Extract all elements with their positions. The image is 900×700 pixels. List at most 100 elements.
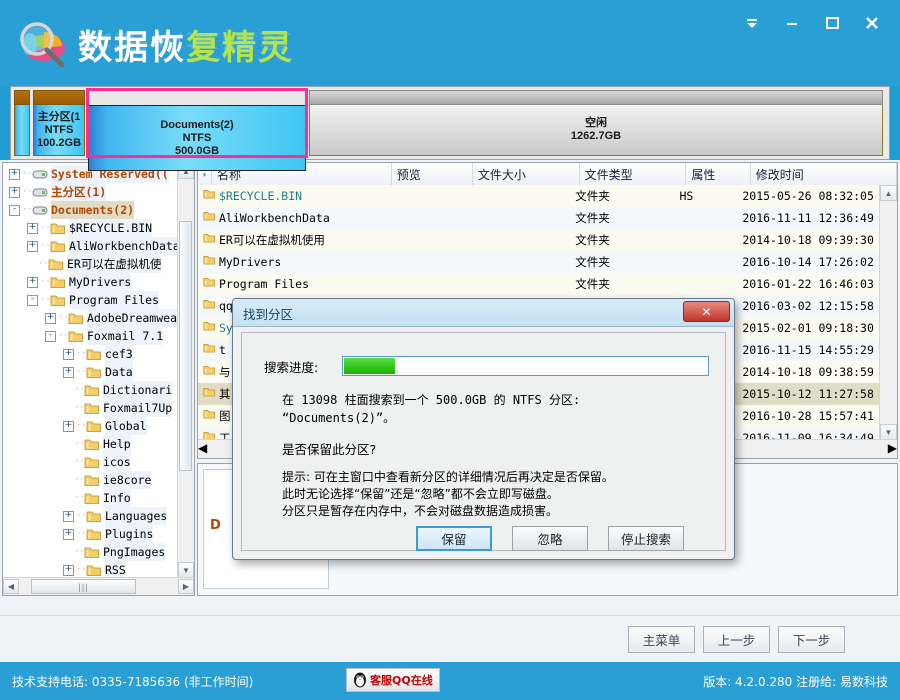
tree-connector: ·· [22,169,33,179]
partition-body: 空闲 1262.7GB [309,105,883,156]
folder-icon [86,420,102,433]
tree-node-ie8core[interactable]: ·· ie8core [3,471,178,489]
directory-tree-panel[interactable]: + ·· System Reserved((+ ·· 主分区(1) - ·· Document… [2,162,195,596]
main-menu-button[interactable]: 主菜单 [628,626,695,653]
brand-title: 数据恢复精灵 [78,20,294,69]
column-header-size[interactable]: 文件大小 [473,163,580,185]
tree-node-program-files[interactable]: - ·· Program Files [3,291,178,309]
tree-node-aliworkbenchdata[interactable]: + ·· AliWorkbenchData [3,237,178,255]
tree-horizontal-scrollbar[interactable]: ◀ ||| ▶ [3,577,194,595]
column-header-preview[interactable]: 预览 [392,163,473,185]
cell-name[interactable]: ER可以在虚拟机使用 [198,229,387,251]
tree-node-cef3[interactable]: + ·· cef3 [3,345,178,363]
tree-hscroll-thumb[interactable]: ||| [31,579,136,594]
maximize-icon[interactable] [812,8,852,38]
table-row[interactable]: MyDrivers 文件夹 2016-10-14 17:26:02 [198,251,880,273]
close-icon[interactable] [852,8,892,38]
column-header-type[interactable]: 文件类型 [580,163,687,185]
dialog-close-icon[interactable]: ✕ [683,301,730,322]
support-phone-text: 技术支持电话: 0335-7185636 (非工作时间) [12,675,254,689]
column-header-attr[interactable]: 属性 [686,163,751,185]
tree-node-foxmail-7-1[interactable]: - ·· Foxmail 7.1 [3,327,178,345]
tree-toggle-expand-icon[interactable]: + [9,168,20,180]
tree-node-rss[interactable]: + ·· RSS [3,561,178,578]
partition-block-1[interactable]: 主分区(1 NTFS 100.2GB [33,90,85,156]
tree-toggle-expand-icon[interactable]: + [63,564,74,576]
tree-node-dictionari[interactable]: ·· Dictionari [3,381,178,399]
ignore-partition-button[interactable]: 忽略 [512,526,588,551]
tree-node-data[interactable]: + ·· Data [3,363,178,381]
previous-step-button[interactable]: 上一步 [703,626,770,653]
tree-toggle-collapse-icon[interactable]: - [27,294,38,306]
column-header-mtime[interactable]: 修改时间 [751,163,897,185]
tree-node-languages[interactable]: + ·· Languages [3,507,178,525]
partition-block-0[interactable] [14,90,30,156]
scroll-down-icon[interactable]: ▼ [880,424,897,440]
file-list-scroll-thumb[interactable] [880,201,894,349]
tree-toggle-expand-icon[interactable]: + [45,312,56,324]
tree-node-documents-2-[interactable]: - ·· Documents(2) [3,201,178,219]
tree-node-icos[interactable]: ·· icos [3,453,178,471]
found-partition-dialog[interactable]: 找到分区 ✕ 搜索进度: 在 13098 柱面搜索到一个 500.0GB 的 N… [232,298,735,560]
scroll-up-icon[interactable]: ▲ [880,185,897,201]
tree-connector: ·· [74,439,85,449]
partition-block-documents[interactable]: Documents(2) NTFS 500.0GB [86,88,308,171]
cell-name[interactable]: AliWorkbenchData [198,207,387,229]
table-row[interactable]: AliWorkbenchData 文件夹 2016-11-11 12:36:49 [198,207,880,229]
scroll-right-icon[interactable]: ▶ [178,579,194,594]
file-list-vertical-scrollbar[interactable]: ▲ ▼ [879,185,897,440]
tree-toggle-expand-icon[interactable]: + [63,366,74,378]
directory-tree[interactable]: + ·· System Reserved((+ ·· 主分区(1) - ·· Document… [3,163,178,578]
tree-vertical-scrollbar[interactable]: ▲ ▼ [177,163,194,578]
tree-node-help[interactable]: ·· Help [3,435,178,453]
tree-node-foxmail7up[interactable]: ·· Foxmail7Up [3,399,178,417]
tree-node-pngimages[interactable]: ·· PngImages [3,543,178,561]
keep-partition-button[interactable]: 保留 [416,526,492,551]
table-row[interactable]: ER可以在虚拟机使用 文件夹 2014-10-18 09:39:30 [198,229,880,251]
tree-node--recycle-bin[interactable]: + ·· $RECYCLE.BIN [3,219,178,237]
partition-block-free[interactable]: 空闲 1262.7GB [309,90,883,156]
partition-map[interactable]: 主分区(1 NTFS 100.2GB Documents(2) NTFS 500… [10,86,890,171]
qq-support-button[interactable]: 客服QQ在线 [346,668,440,692]
tree-node-er-[interactable]: ·· ER可以在虚拟机使 [3,255,178,273]
tree-node-plugins[interactable]: + ·· Plugins [3,525,178,543]
collapse-icon[interactable] [732,8,772,38]
next-step-button[interactable]: 下一步 [778,626,845,653]
minimize-icon[interactable] [772,8,812,38]
table-row[interactable]: Program Files 文件夹 2016-01-22 16:46:03 [198,273,880,295]
cell-preview [387,229,466,251]
tree-node--1-[interactable]: + ·· 主分区(1) [3,183,178,201]
tree-toggle-collapse-icon[interactable]: - [9,204,20,216]
stop-search-button[interactable]: 停止搜索 [608,526,684,551]
tree-toggle-expand-icon[interactable]: + [63,348,74,360]
tree-toggle-expand-icon[interactable]: + [9,186,20,198]
cell-mtime: 2015-05-26 08:32:05 [742,189,874,203]
tree-node-mydrivers[interactable]: + ·· MyDrivers [3,273,178,291]
tree-toggle-expand-icon[interactable]: + [63,420,74,432]
tree-hscroll-track[interactable]: ||| [19,579,178,594]
app-logo-icon [10,14,72,72]
tree-toggle-expand-icon[interactable]: + [63,528,74,540]
table-row[interactable]: $RECYCLE.BIN 文件夹 HS 2015-05-26 08:32:05 [198,185,880,207]
cell-mtime: 2016-01-22 16:46:03 [742,277,874,291]
scroll-left-icon[interactable]: ◀ [3,579,19,594]
tree-toggle-expand-icon[interactable]: + [27,222,38,234]
cell-type: 文件夹 [575,277,610,291]
tree-toggle-expand-icon[interactable]: + [27,240,38,252]
tree-toggle-collapse-icon[interactable]: - [45,330,56,342]
cell-name[interactable]: MyDrivers [198,251,387,273]
tree-scroll-thumb[interactable] [179,221,192,471]
tree-node-global[interactable]: + ·· Global [3,417,178,435]
scroll-left-icon[interactable]: ◀ [198,441,207,457]
cell-name[interactable]: Program Files [198,273,387,295]
dialog-message-line2: “Documents(2)”。 [282,411,396,425]
cell-name[interactable]: $RECYCLE.BIN [198,185,387,207]
scroll-down-icon[interactable]: ▼ [178,562,194,578]
tree-node-adobedreamwea[interactable]: + ·· AdobeDreamwea [3,309,178,327]
tree-node-label: Languages [105,507,168,525]
tree-node-label: 主分区(1) [51,183,107,201]
tree-toggle-expand-icon[interactable]: + [27,276,38,288]
tree-toggle-expand-icon[interactable]: + [63,510,74,522]
tree-node-info[interactable]: ·· Info [3,489,178,507]
scroll-right-icon[interactable]: ▶ [888,441,897,457]
